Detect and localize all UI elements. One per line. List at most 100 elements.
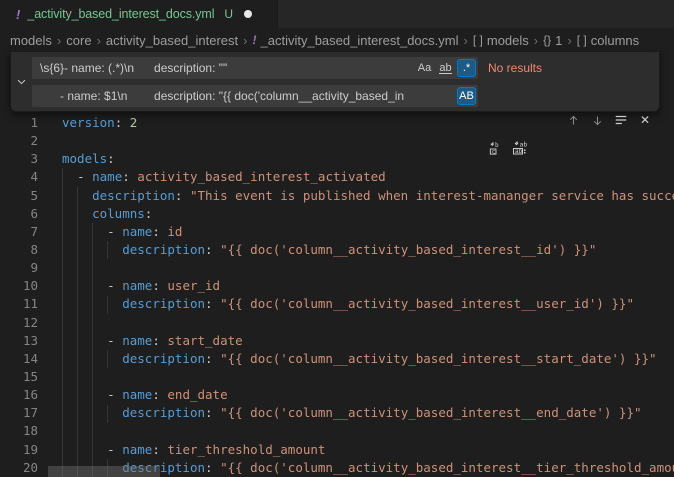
code-area[interactable]: 1version: 223models:4 - name: activity_b… bbox=[0, 114, 674, 477]
breadcrumb-item[interactable]: [ ]models bbox=[473, 33, 529, 48]
line-number[interactable]: 9 bbox=[0, 259, 38, 277]
code-line[interactable]: 9 bbox=[0, 259, 674, 277]
whole-word-label: ab bbox=[439, 63, 451, 74]
code-line[interactable]: 2 bbox=[0, 132, 674, 150]
code-token: - bbox=[107, 333, 122, 348]
replace-input[interactable] bbox=[32, 85, 478, 107]
breadcrumb-label: core bbox=[66, 33, 91, 48]
tab-active-file[interactable]: ! _activity_based_interest_docs.yml U bbox=[0, 0, 278, 28]
breadcrumb-label: activity_based_interest bbox=[106, 33, 238, 48]
line-number[interactable]: 18 bbox=[0, 422, 38, 440]
line-number[interactable]: 17 bbox=[0, 404, 38, 422]
replace-all-button[interactable]: ab ab bbox=[509, 138, 529, 158]
toggle-replace-chevron[interactable] bbox=[11, 52, 32, 110]
horizontal-scrollbar[interactable] bbox=[48, 466, 160, 477]
line-number[interactable]: 7 bbox=[0, 223, 38, 241]
code-token: : bbox=[205, 296, 213, 311]
line-content: description: "{{ doc('column__activity_b… bbox=[62, 295, 634, 313]
code-line[interactable]: 18 bbox=[0, 422, 674, 440]
code-token bbox=[62, 206, 92, 221]
symbol-array-icon: [ ] bbox=[473, 33, 483, 47]
line-number[interactable]: 8 bbox=[0, 241, 38, 259]
breadcrumb-label: models bbox=[10, 33, 52, 48]
code-token: - bbox=[107, 387, 122, 402]
close-find-button[interactable]: ✕ bbox=[635, 110, 655, 130]
code-token: version bbox=[62, 115, 115, 130]
code-line[interactable]: 19 - name: tier_threshold_amount bbox=[0, 441, 674, 459]
code-token: : bbox=[205, 351, 213, 366]
find-input-wrap: Aa ab .* bbox=[32, 57, 478, 79]
regex-button[interactable]: .* bbox=[457, 59, 476, 77]
line-number[interactable]: 11 bbox=[0, 295, 38, 313]
code-line[interactable]: 15 bbox=[0, 368, 674, 386]
code-line[interactable]: 10 - name: user_id bbox=[0, 277, 674, 295]
code-token bbox=[62, 333, 107, 348]
line-content: description: "{{ doc('column__activity_b… bbox=[62, 350, 657, 368]
code-line[interactable]: 8 description: "{{ doc('column__activity… bbox=[0, 241, 674, 259]
code-line[interactable]: 6 columns: bbox=[0, 205, 674, 223]
code-token: : bbox=[152, 387, 160, 402]
code-line[interactable]: 5 description: "This event is published … bbox=[0, 187, 674, 205]
code-line[interactable]: 16 - name: end_date bbox=[0, 386, 674, 404]
line-number[interactable]: 1 bbox=[0, 114, 38, 132]
line-number[interactable]: 19 bbox=[0, 441, 38, 459]
line-number[interactable]: 3 bbox=[0, 150, 38, 168]
code-token: description bbox=[122, 296, 205, 311]
breadcrumb: models›core›activity_based_interest›!_ac… bbox=[0, 28, 674, 52]
line-number[interactable]: 15 bbox=[0, 368, 38, 386]
find-in-selection-button[interactable] bbox=[611, 110, 631, 130]
breadcrumb-separator-icon: › bbox=[534, 33, 538, 48]
symbol-array-icon: [ ] bbox=[577, 33, 587, 47]
code-line[interactable]: 13 - name: start_date bbox=[0, 332, 674, 350]
line-number[interactable]: 5 bbox=[0, 187, 38, 205]
code-token: start_date bbox=[167, 333, 242, 348]
code-line[interactable]: 12 bbox=[0, 314, 674, 332]
code-line[interactable]: 11 description: "{{ doc('column__activit… bbox=[0, 295, 674, 313]
find-input[interactable] bbox=[32, 57, 478, 79]
breadcrumb-item[interactable]: activity_based_interest bbox=[106, 33, 238, 48]
code-token: columns bbox=[92, 206, 145, 221]
code-line[interactable]: 17 description: "{{ doc('column__activit… bbox=[0, 404, 674, 422]
line-number[interactable]: 16 bbox=[0, 386, 38, 404]
replace-button[interactable]: b c bbox=[485, 138, 505, 158]
yaml-file-icon: ! bbox=[16, 7, 20, 22]
unsaved-dot-icon[interactable] bbox=[244, 10, 252, 18]
code-token: - bbox=[107, 442, 122, 457]
svg-text:b: b bbox=[495, 142, 499, 149]
line-number[interactable]: 20 bbox=[0, 459, 38, 477]
chevron-down-icon bbox=[16, 76, 27, 87]
line-number[interactable]: 4 bbox=[0, 168, 38, 186]
whole-word-button[interactable]: ab bbox=[436, 59, 455, 77]
code-token: name bbox=[122, 224, 152, 239]
breadcrumb-item[interactable]: {}1 bbox=[543, 33, 562, 48]
code-token bbox=[62, 188, 92, 203]
breadcrumb-item[interactable]: [ ]columns bbox=[577, 33, 639, 48]
code-token bbox=[62, 387, 107, 402]
line-number[interactable]: 2 bbox=[0, 132, 38, 150]
match-case-button[interactable]: Aa bbox=[415, 59, 434, 77]
code-line[interactable]: 7 - name: id bbox=[0, 223, 674, 241]
next-match-button[interactable] bbox=[587, 110, 607, 130]
line-content: - name: end_date bbox=[62, 386, 228, 404]
yaml-file-icon: ! bbox=[253, 33, 257, 47]
code-line[interactable]: 14 description: "{{ doc('column__activit… bbox=[0, 350, 674, 368]
breadcrumb-separator-icon: › bbox=[97, 33, 101, 48]
breadcrumb-item[interactable]: models bbox=[10, 33, 52, 48]
code-token: : bbox=[152, 278, 160, 293]
code-token: - bbox=[107, 224, 122, 239]
code-token: "This event is published when interest-m… bbox=[190, 188, 674, 203]
line-number[interactable]: 6 bbox=[0, 205, 38, 223]
line-number[interactable]: 10 bbox=[0, 277, 38, 295]
line-number[interactable]: 13 bbox=[0, 332, 38, 350]
breadcrumb-item[interactable]: core bbox=[66, 33, 91, 48]
breadcrumb-item[interactable]: !_activity_based_interest_docs.yml bbox=[253, 33, 459, 48]
replace-options: AB bbox=[457, 87, 476, 105]
line-number[interactable]: 12 bbox=[0, 314, 38, 332]
code-token bbox=[62, 405, 122, 420]
code-line[interactable]: 3models: bbox=[0, 150, 674, 168]
code-token: : bbox=[122, 169, 130, 184]
line-number[interactable]: 14 bbox=[0, 350, 38, 368]
preserve-case-button[interactable]: AB bbox=[457, 87, 476, 105]
code-line[interactable]: 4 - name: activity_based_interest_activa… bbox=[0, 168, 674, 186]
previous-match-button[interactable] bbox=[563, 110, 583, 130]
